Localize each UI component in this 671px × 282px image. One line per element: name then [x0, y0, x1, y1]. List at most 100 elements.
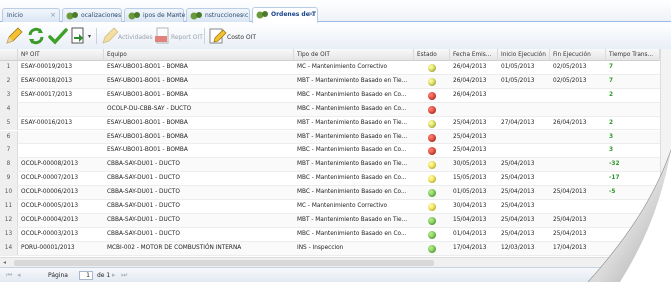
tiempo-transcurrido-cell	[606, 228, 660, 241]
table-row[interactable]: 13 OCOLP-00003/2013 CBBA-SAY-DU01 - DUCTO M…	[0, 227, 660, 242]
report-oit-button[interactable]: Report OIT	[171, 34, 203, 41]
horizontal-scrollbar[interactable]: ◂ ▸	[0, 257, 660, 267]
tiempo-transcurrido-cell: 2	[609, 119, 614, 126]
oit-cell: OCOLP-00005/2013	[21, 203, 79, 209]
checkmark-icon[interactable]	[48, 26, 68, 46]
oit-cell: ESAY-00019/2013	[21, 64, 73, 70]
page-number-input[interactable]: 1	[79, 271, 93, 280]
status-indicator-icon	[428, 147, 436, 156]
row-number-cell: 10	[0, 186, 18, 200]
tiempo-transcurrido-cell: 7	[609, 64, 614, 70]
tipo-cell: MBT - Mantenimiento Basado en Tie...	[297, 161, 408, 168]
tab-localizaciones[interactable]: ocalizaciones ×	[62, 8, 122, 22]
tipo-cell: MBT - Mantenimiento Basado en Tie...	[297, 216, 408, 223]
header-fin-ejecucion[interactable]: Fin Ejecución	[550, 49, 606, 61]
fecha-emision-cell: 17/04/2013	[453, 244, 487, 251]
refresh-icon[interactable]	[26, 26, 46, 46]
inicio-ejecucion-cell: 25/04/2013	[501, 230, 535, 237]
last-page-icon[interactable]: ⏭	[121, 270, 127, 281]
oit-cell	[18, 103, 104, 116]
header-rownumber	[0, 49, 18, 61]
status-indicator-icon	[428, 216, 436, 225]
inicio-ejecucion-cell: 01/05/2013	[501, 77, 535, 84]
table-row[interactable]: 5 ESAY-00016/2013 ESAY-UBO01-BO01 - BOMBA M…	[0, 116, 660, 131]
prev-page-icon[interactable]: ◂	[17, 270, 21, 281]
page-total-label: de 1	[97, 272, 111, 279]
tab-inicio[interactable]: Inicio ×	[2, 8, 60, 22]
fecha-emision-cell	[450, 103, 498, 116]
fin-ejecucion-cell	[550, 144, 606, 157]
paging-toolbar: ⏮ ◂ Página 1 de 1 ▸ ⏭	[0, 267, 671, 282]
header-inicio-ejecucion[interactable]: Inicio Ejecución	[498, 49, 550, 61]
tab-tipos-mantenimiento[interactable]: ipos de Mante ×	[124, 8, 185, 22]
table-row[interactable]: 2 ESAY-00018/2013 ESAY-UBO01-BO01 - BOMBA M…	[0, 74, 660, 89]
scroll-thumb[interactable]	[14, 260, 434, 266]
inicio-ejecucion-cell: 01/05/2013	[501, 64, 535, 70]
header-oit[interactable]: Nº OIT	[18, 49, 104, 61]
status-indicator-icon	[428, 189, 436, 198]
table-row[interactable]: 3 ESAY-00017/2013 ESAY-UBO01-BO01 - BOMBA M…	[0, 88, 660, 103]
tipo-cell: MBC - Mantenimiento Basado en Co...	[297, 105, 407, 112]
toolbar-separator	[204, 28, 205, 44]
tab-ordenes-trabajo[interactable]: Ordenes de T ×	[252, 7, 318, 23]
fin-ejecucion-cell: 25/04/2013	[553, 216, 587, 223]
table-row[interactable]: 10 OCOLP-00006/2013 CBBA-SAY-DU01 - DUCTO M…	[0, 186, 660, 200]
tipo-cell: MBT - Mantenimiento Basado en Tie...	[297, 133, 408, 140]
oit-cell: OCOLP-00006/2013	[21, 189, 79, 196]
table-row[interactable]: 8 OCOLP-00008/2013 CBBA-SAY-DU01 - DUCTO MB…	[0, 158, 660, 173]
close-icon[interactable]: ×	[112, 9, 118, 22]
costo-oit-button[interactable]: Costo OIT	[227, 34, 256, 41]
next-page-icon[interactable]: ▸	[112, 270, 116, 281]
table-row[interactable]: 11 OCOLP-00005/2013 CBBA-SAY-DU01 - DUCTO M…	[0, 200, 660, 214]
close-icon[interactable]: ×	[50, 9, 56, 22]
header-tipo[interactable]: Tipo de OIT	[294, 49, 414, 61]
chevron-down-icon[interactable]: ▾	[88, 33, 91, 40]
close-icon[interactable]: ×	[240, 9, 246, 22]
row-number-cell: 13	[0, 227, 18, 241]
table-row[interactable]: 4 OCOLP-DU-CBB-SAY - DUCTO MBC - Mantenimi…	[0, 102, 660, 117]
table-row[interactable]: 9 OCOLP-00007/2013 CBBA-SAY-DU01 - DUCTO MB…	[0, 172, 660, 187]
table-row[interactable]: 12 OCOLP-00004/2013 CBBA-SAY-DU01 - DUCTO M…	[0, 213, 660, 228]
header-equipo[interactable]: Equipo	[104, 49, 294, 61]
equipo-cell: ESAY-UBO01-BO01 - BOMBA	[107, 91, 188, 98]
pencil-icon[interactable]	[4, 26, 24, 46]
fecha-emision-cell: 01/05/2013	[453, 189, 487, 196]
close-icon[interactable]: ×	[308, 8, 314, 21]
table-row[interactable]: 6 ESAY-UBO01-BO01 - BOMBA MBT - Mantenimie…	[0, 130, 660, 145]
oit-cell: ESAY-00018/2013	[21, 77, 73, 84]
equipo-cell: ESAY-UBO01-BO01 - BOMBA	[107, 133, 188, 140]
inicio-ejecucion-cell: 25/04/2013	[501, 189, 535, 196]
inicio-ejecucion-cell	[498, 144, 550, 157]
grid-header: Nº OIT Equipo Tipo de OIT Estado Fecha E…	[0, 49, 671, 61]
table-row[interactable]: 7 ESAY-UBO01-BO01 - BOMBA MBC - Mantenimie…	[0, 144, 660, 159]
fecha-emision-cell: 26/04/2013	[453, 77, 487, 84]
row-number-cell: 12	[0, 213, 18, 227]
first-page-icon[interactable]: ⏮	[6, 270, 12, 281]
equipo-cell: OCOLP-DU-CBB-SAY - DUCTO	[107, 105, 192, 112]
tipo-cell: MC - Mantenimiento Correctivo	[297, 203, 388, 209]
actividades-button[interactable]: Actividades	[118, 34, 153, 41]
fecha-emision-cell: 25/04/2013	[453, 147, 487, 154]
status-indicator-icon	[428, 64, 436, 72]
fecha-emision-cell: 26/04/2013	[453, 91, 487, 98]
row-number-cell: 5	[0, 116, 18, 130]
oit-cell	[18, 131, 104, 144]
close-icon[interactable]: ×	[174, 9, 180, 22]
table-row[interactable]: 1 ESAY-00019/2013 ESAY-UBO01-BO01 - BOMBA M…	[0, 61, 660, 75]
document-export-icon[interactable]	[68, 26, 88, 46]
tab-instrucciones[interactable]: nstrucciones c ×	[186, 8, 250, 22]
status-indicator-icon	[428, 77, 436, 86]
gear-people-icon	[128, 12, 140, 20]
status-indicator-icon	[428, 133, 436, 142]
table-row[interactable]: 14 PORU-00001/2013 MCBI-002 - MOTOR DE COM…	[0, 241, 660, 256]
vertical-scrollbar[interactable]	[660, 49, 671, 257]
status-indicator-icon	[428, 203, 436, 211]
header-estado[interactable]: Estado	[414, 49, 450, 61]
tiempo-transcurrido-cell: -17	[609, 175, 620, 182]
oit-cell: PORU-00001/2013	[21, 244, 75, 251]
fecha-emision-cell: 01/04/2013	[453, 230, 487, 237]
tipo-cell: MBT - Mantenimiento Basado en Tie...	[297, 77, 408, 84]
equipo-cell: CBBA-SAY-DU01 - DUCTO	[107, 230, 180, 237]
header-tiempo-transcurrido[interactable]: Tiempo Trans...	[606, 49, 660, 61]
header-fecha-emision[interactable]: Fecha Emis...	[450, 49, 498, 61]
